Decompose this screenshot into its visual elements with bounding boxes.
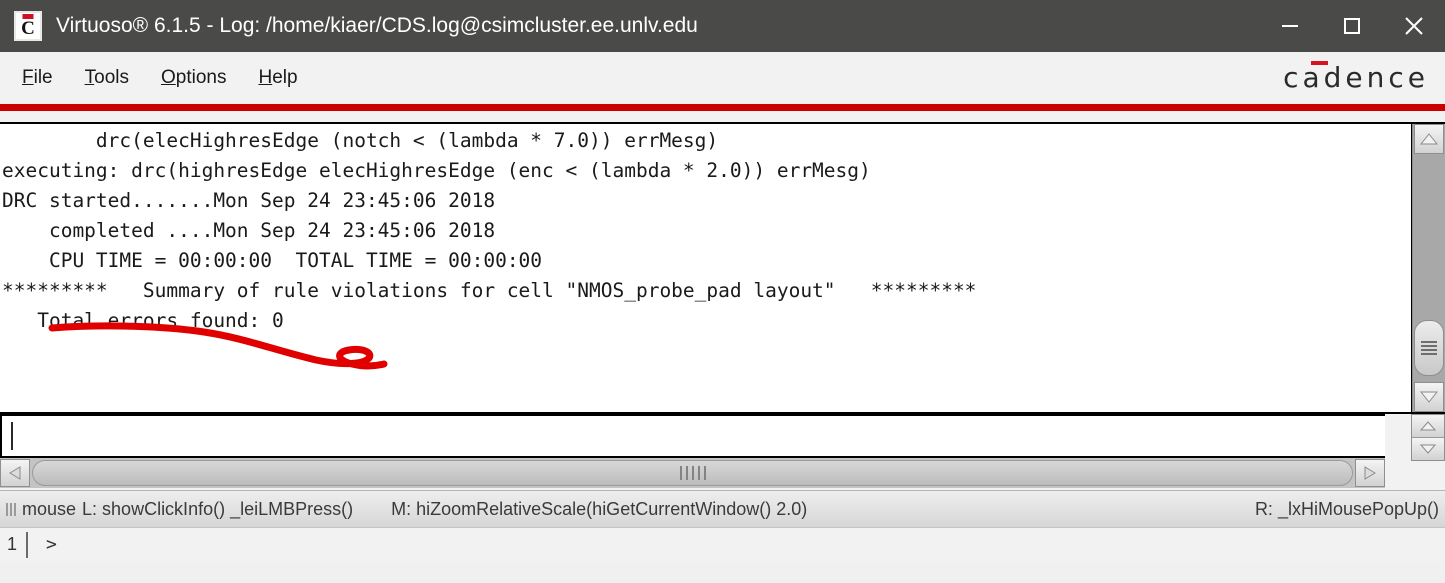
- vertical-scroll-track[interactable]: [1413, 154, 1445, 382]
- cadence-app-icon: C: [14, 11, 42, 41]
- minimize-button[interactable]: [1259, 0, 1321, 52]
- horizontal-scroll-thumb[interactable]: [32, 460, 1353, 486]
- status-left-binding: L: showClickInfo() _leiLMBPress(): [82, 498, 354, 519]
- scroll-left-icon[interactable]: [0, 459, 30, 487]
- spacer: [0, 111, 1445, 122]
- scroll-up-icon[interactable]: [1414, 124, 1444, 154]
- status-middle-binding: M: hiZoomRelativeScale(hiGetCurrentWindo…: [391, 498, 808, 519]
- prompt-symbol[interactable]: >: [46, 534, 57, 555]
- command-input-field[interactable]: [0, 414, 1385, 458]
- maximize-button[interactable]: [1321, 0, 1383, 52]
- command-input-region: [0, 414, 1445, 490]
- log-line: drc(elecHighresEdge (notch < (lambda * 7…: [2, 129, 719, 152]
- command-horizontal-scrollbar[interactable]: [0, 458, 1385, 488]
- menu-tools-mnemonic: T: [84, 67, 95, 88]
- status-mouse-label: mouse: [22, 498, 77, 519]
- scroll-down-icon[interactable]: [1414, 382, 1444, 412]
- menu-bar: File Tools Options Help cadence: [0, 52, 1445, 104]
- menu-options-mnemonic: O: [160, 67, 176, 88]
- log-line: DRC started.......Mon Sep 24 23:45:06 20…: [2, 189, 496, 212]
- log-line: CPU TIME = 00:00:00 TOTAL TIME = 00:00:0…: [2, 249, 543, 272]
- title-bar: C Virtuoso® 6.1.5 - Log: /home/kiaer/CDS…: [0, 0, 1445, 52]
- prompt-line-number: 1: [7, 534, 18, 554]
- window-title: Virtuoso® 6.1.5 - Log: /home/kiaer/CDS.l…: [56, 14, 698, 37]
- menu-help-mnemonic: H: [258, 67, 273, 88]
- status-mouse-bindings: mouse L: showClickInfo() _leiLMBPress(): [0, 499, 353, 520]
- log-line: Total errors found: 0: [2, 309, 284, 332]
- prompt-separator: [26, 531, 28, 558]
- log-vertical-scrollbar[interactable]: [1412, 124, 1445, 412]
- log-line: executing: drc(highresEdge elecHighresEd…: [2, 159, 871, 182]
- command-vertical-scrollbar[interactable]: [1411, 414, 1445, 461]
- vertical-scroll-thumb[interactable]: [1414, 320, 1444, 376]
- scroll-grip-icon: [678, 466, 708, 480]
- status-right-binding: R: _lxHiMousePopUp(): [1254, 498, 1439, 519]
- menu-options[interactable]: Options: [161, 67, 226, 89]
- log-pane: drc(elecHighresEdge (notch < (lambda * 7…: [0, 122, 1445, 414]
- menu-help-rest: elp: [272, 67, 298, 88]
- log-line: completed ....Mon Sep 24 23:45:06 2018: [2, 219, 496, 242]
- horizontal-scroll-track[interactable]: [30, 459, 1355, 487]
- command-input-side-controls: [1385, 414, 1445, 490]
- app-icon-letter: C: [21, 17, 35, 39]
- app-icon-accent: [22, 14, 34, 19]
- text-caret: [11, 422, 13, 450]
- menu-tools-rest: ools: [94, 67, 129, 88]
- status-bar: mouse L: showClickInfo() _leiLMBPress() …: [0, 490, 1445, 527]
- log-text-area[interactable]: drc(elecHighresEdge (notch < (lambda * 7…: [0, 124, 1412, 412]
- menu-file-rest: ile: [33, 67, 53, 88]
- status-grip-icon: [6, 502, 18, 516]
- menu-file[interactable]: File: [22, 67, 53, 89]
- window-controls: [1259, 0, 1445, 52]
- menu-file-mnemonic: F: [22, 67, 34, 88]
- virtuoso-log-window: C Virtuoso® 6.1.5 - Log: /home/kiaer/CDS…: [0, 0, 1445, 583]
- brand-red-rule: [0, 104, 1445, 111]
- menu-tools[interactable]: Tools: [85, 67, 129, 89]
- close-button[interactable]: [1383, 0, 1445, 52]
- command-input-column: [0, 414, 1385, 490]
- menu-help[interactable]: Help: [258, 67, 297, 89]
- cadence-logo-accent: [1311, 61, 1329, 65]
- menu-options-rest: ptions: [175, 67, 227, 88]
- cadence-logo-text: cadence: [1283, 61, 1429, 94]
- scroll-up-icon[interactable]: [1412, 415, 1444, 438]
- prompt-bar: 1 >: [0, 527, 1445, 561]
- log-line: ********* Summary of rule violations for…: [2, 279, 977, 302]
- scroll-right-icon[interactable]: [1355, 459, 1385, 487]
- menu-items: File Tools Options Help: [0, 67, 330, 89]
- scroll-down-icon[interactable]: [1412, 438, 1444, 460]
- scroll-grip-icon: [1421, 339, 1437, 357]
- cadence-logo: cadence: [1283, 61, 1429, 94]
